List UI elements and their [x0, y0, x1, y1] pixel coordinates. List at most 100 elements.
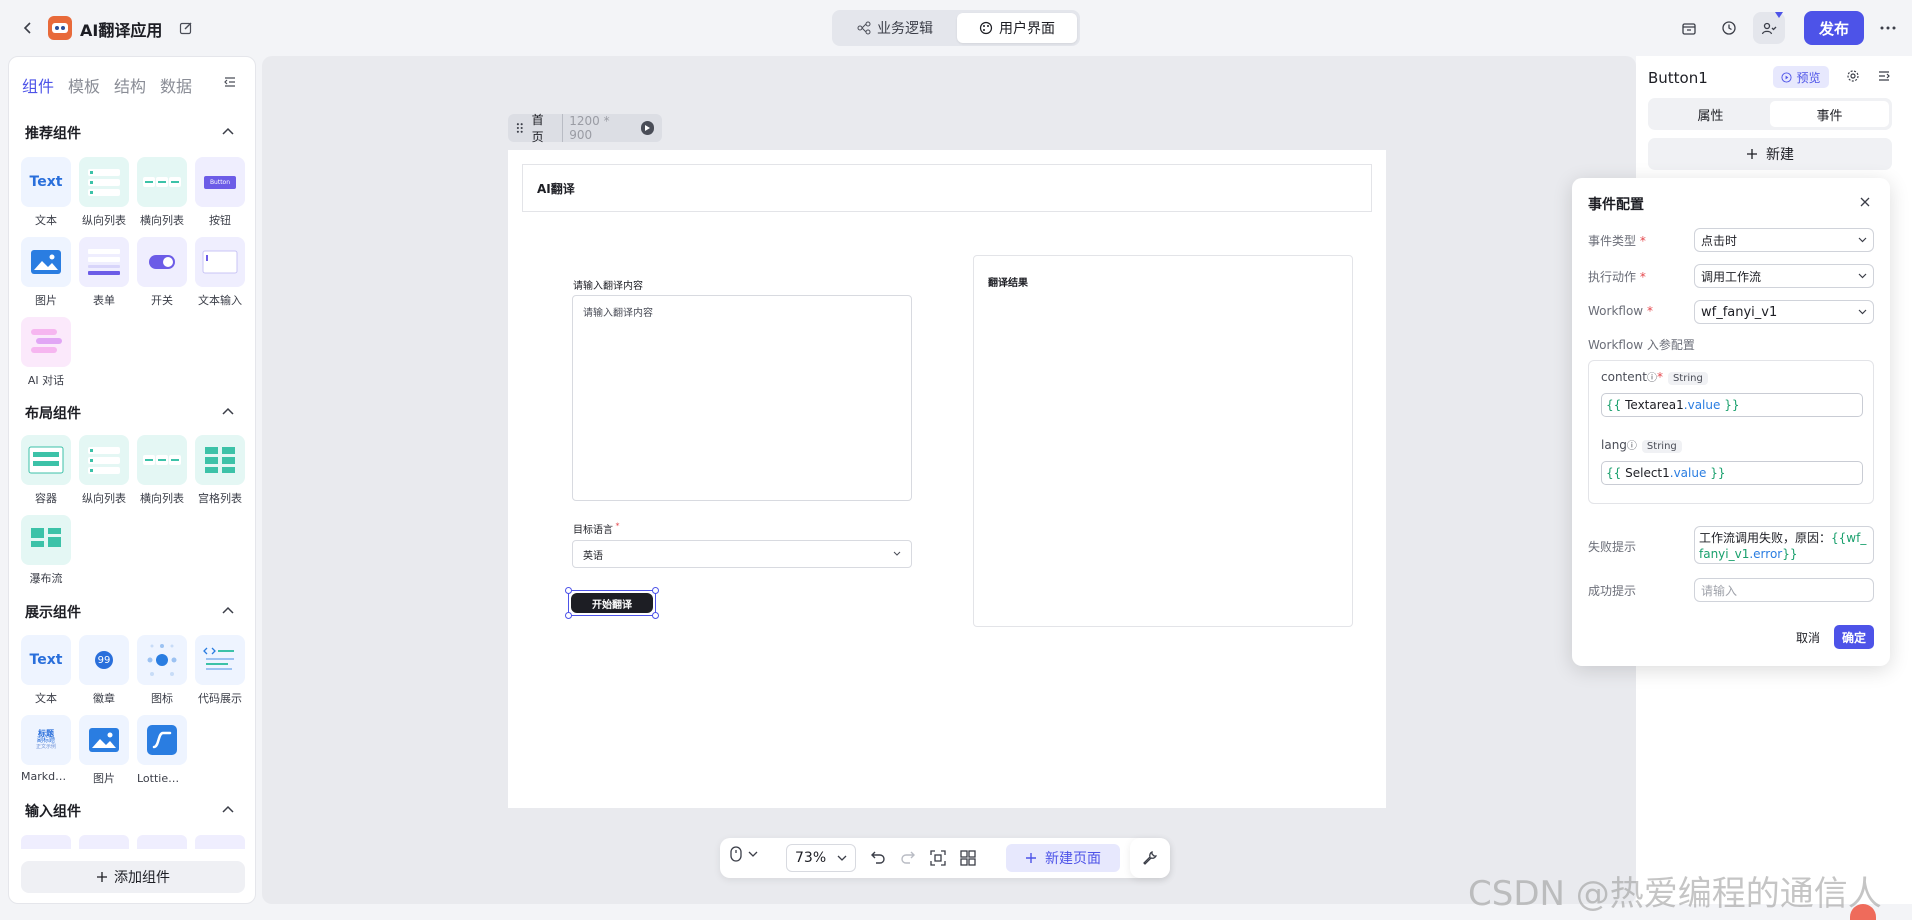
new-page-button[interactable]: 新建页面 — [1006, 844, 1120, 872]
component-container[interactable]: 容器 — [21, 435, 71, 506]
component-panel: 组件 模板 结构 数据 推荐组件 Text 文本 纵向列表 横向列表 Butto… — [8, 56, 256, 904]
component-text-input[interactable]: 文本输入 — [195, 237, 245, 308]
redo-icon[interactable] — [900, 850, 916, 868]
edit-icon[interactable] — [170, 12, 202, 44]
notification-marker — [1775, 12, 1783, 18]
back-icon[interactable] — [12, 12, 44, 44]
component-form[interactable]: 表单 — [79, 237, 129, 308]
pointer-mode[interactable] — [730, 846, 758, 862]
section-layout-title: 布局组件 — [25, 406, 81, 422]
resize-handle[interactable] — [565, 587, 572, 594]
page-size: 1200 * 900 — [562, 114, 632, 142]
event-type-select[interactable]: 点击时 — [1694, 228, 1874, 252]
translate-textarea[interactable]: 请输入翻译内容 — [572, 295, 912, 501]
component-lottie[interactable]: Lottie动画 — [137, 715, 187, 786]
tab-data[interactable]: 数据 — [160, 73, 192, 97]
play-icon[interactable] — [640, 121, 654, 135]
resize-handle[interactable] — [652, 612, 659, 619]
param-name: langⓘ String — [1601, 437, 1682, 453]
page-header[interactable]: AI翻译 — [522, 164, 1372, 212]
preview-button[interactable]: 预览 — [1773, 66, 1829, 88]
component-switch[interactable]: 开关 — [137, 237, 187, 308]
component-text[interactable]: Text 文本 — [21, 635, 71, 706]
tab-properties[interactable]: 属性 — [1651, 101, 1770, 127]
component-code-display[interactable]: 代码展示 — [195, 635, 245, 706]
history-icon[interactable] — [1713, 12, 1745, 44]
component-horizontal-list[interactable]: 横向列表 — [137, 435, 187, 506]
tab-components[interactable]: 组件 — [22, 73, 54, 97]
component-vertical-list[interactable]: 纵向列表 — [79, 157, 129, 228]
undo-icon[interactable] — [870, 850, 886, 868]
content-param-input[interactable]: {{ Textarea1 .value }} — [1601, 393, 1863, 417]
gear-icon[interactable] — [1846, 69, 1860, 87]
tab-user-interface[interactable]: 用户界面 — [957, 13, 1077, 43]
component-horizontal-list[interactable]: 横向列表 — [137, 157, 187, 228]
confirm-button[interactable]: 确定 — [1834, 625, 1874, 649]
tab-templates[interactable]: 模板 — [68, 73, 100, 97]
fail-message-input[interactable]: 工作流调用失败，原因：{{wf_fanyi_v1.error}} — [1694, 526, 1874, 564]
chevron-up-icon[interactable] — [221, 405, 235, 420]
result-card[interactable]: 翻译结果 — [973, 255, 1353, 627]
chevron-up-icon[interactable] — [221, 803, 235, 818]
add-component-button[interactable]: 添加组件 — [21, 861, 245, 893]
workflow-select[interactable]: wf_fanyi_v1 — [1694, 300, 1874, 324]
md-thumb-line: 正文示例 — [35, 743, 56, 750]
plus-icon — [97, 872, 107, 882]
component-label: 按钮 — [209, 214, 231, 227]
component-image[interactable]: 图片 — [21, 237, 71, 308]
success-message-input[interactable]: 请输入 — [1694, 578, 1874, 602]
component-label: 图片 — [93, 772, 115, 785]
tab-events[interactable]: 事件 — [1770, 101, 1889, 127]
component-badge[interactable]: 99 徽章 — [79, 635, 129, 706]
box-icon[interactable] — [1673, 12, 1705, 44]
collapse-panel-icon[interactable] — [223, 75, 237, 93]
cancel-button[interactable]: 取消 — [1788, 625, 1828, 649]
component-label: 文本输入 — [198, 294, 242, 307]
resize-handle[interactable] — [565, 612, 572, 619]
component-text[interactable]: Text 文本 — [21, 157, 71, 228]
section-recommended-title: 推荐组件 — [25, 126, 81, 142]
button-selection: 开始翻译 — [565, 587, 659, 619]
action-select[interactable]: 调用工作流 — [1694, 264, 1874, 288]
chevron-up-icon[interactable] — [221, 604, 235, 619]
close-icon[interactable] — [1860, 196, 1870, 211]
collaborators-icon[interactable] — [1753, 12, 1785, 44]
publish-button[interactable]: 发布 — [1804, 11, 1864, 45]
tab-structure[interactable]: 结构 — [114, 73, 146, 97]
lang-select-value: 英语 — [583, 550, 603, 562]
component-label: 纵向列表 — [82, 214, 126, 227]
component-vertical-list[interactable]: 纵向列表 — [79, 435, 129, 506]
tab-business-logic[interactable]: 业务逻辑 — [835, 13, 955, 43]
selected-component-name: Button1 — [1648, 69, 1708, 87]
plus-icon — [1747, 149, 1757, 159]
wrench-icon[interactable] — [1130, 838, 1170, 878]
preview-label: 预览 — [1796, 70, 1821, 85]
more-icon[interactable] — [1872, 12, 1904, 44]
resize-handle[interactable] — [652, 587, 659, 594]
param-name: contentⓘ* String — [1601, 369, 1708, 385]
dialog-title: 事件配置 — [1588, 197, 1644, 213]
component-button[interactable]: Button 按钮 — [195, 157, 245, 228]
page-name[interactable]: 首页 — [532, 111, 555, 145]
component-image[interactable]: 图片 — [79, 715, 129, 786]
chevron-down-icon — [837, 855, 847, 861]
component-markdown[interactable]: 标题 副标题 正文示例 Markdo… — [21, 715, 71, 783]
new-event-button[interactable]: 新建 — [1648, 138, 1892, 170]
component-icon[interactable]: 图标 — [137, 635, 187, 706]
collapse-right-icon[interactable] — [1877, 69, 1891, 87]
lang-select[interactable]: 英语 — [572, 540, 912, 568]
grid-icon[interactable] — [960, 850, 976, 870]
zoom-value: 73% — [795, 850, 827, 866]
zoom-select[interactable]: 73% — [786, 844, 856, 872]
component-ai-chat[interactable]: AI 对话 — [21, 317, 71, 388]
component-waterfall[interactable]: 瀑布流 — [21, 515, 71, 586]
component-grid-list[interactable]: 宫格列表 — [195, 435, 245, 506]
component-label: 文本 — [35, 692, 57, 705]
lang-param-input[interactable]: {{ Select1 .value }} — [1601, 461, 1863, 485]
fit-screen-icon[interactable] — [930, 850, 946, 870]
start-translate-button[interactable]: 开始翻译 — [571, 593, 653, 613]
chevron-up-icon[interactable] — [221, 125, 235, 140]
page-header-title: AI翻译 — [537, 181, 575, 196]
panel-tabs: 组件 模板 结构 数据 — [22, 73, 206, 97]
flow-icon — [857, 21, 871, 35]
